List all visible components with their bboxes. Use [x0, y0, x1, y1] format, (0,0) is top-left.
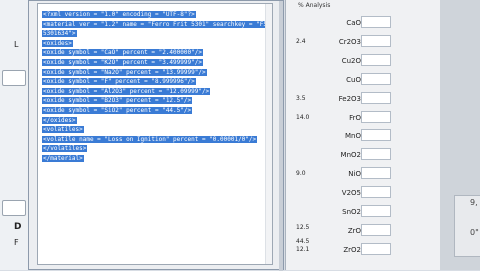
xml-line: <oxide symbol = "CaO" percent = "2.40000…: [42, 48, 272, 58]
selected-text: </material>: [42, 154, 84, 162]
background-app-window: L D F: [0, 0, 29, 270]
analysis-value: 14.0: [296, 113, 310, 121]
oxide-percent-input[interactable]: [361, 205, 391, 217]
oxide-percent-input[interactable]: [361, 16, 391, 28]
oxide-row: MnO: [286, 129, 441, 143]
background-label: L: [14, 40, 19, 49]
oxide-row: Cu2O: [286, 53, 441, 68]
oxide-symbol: CaO: [346, 19, 361, 27]
panel-title: % Analysis: [298, 2, 331, 9]
selected-text: <oxide symbol = "K2O" percent = "3.49999…: [42, 58, 203, 66]
background-button[interactable]: [2, 70, 26, 86]
oxide-symbol: FrO: [349, 113, 361, 122]
xml-line: </volatiles>: [42, 144, 272, 154]
oxide-symbol: NiO: [348, 170, 361, 179]
xml-content: <?xml version = "1.0" encoding = "UTF-8"…: [42, 10, 272, 164]
analysis-value: 12.1: [296, 245, 310, 253]
oxide-row: V2O5: [286, 186, 441, 200]
selected-text: <oxide symbol = "Al2O3" percent = "12.09…: [42, 87, 211, 95]
selected-text: <oxide symbol = "Na2O" percent = "13.999…: [42, 68, 207, 76]
oxide-row: 3.5 Fe2O3: [286, 91, 441, 106]
selected-text: <material ver = "1.2" name = "Ferro Frit…: [42, 20, 272, 28]
oxide-symbol: ZrO2: [343, 245, 361, 254]
background-text: 9,: [470, 198, 478, 207]
oxide-percent-input[interactable]: [361, 129, 391, 142]
background-window: 9, 0": [440, 0, 480, 270]
xml-line: <volatiles>: [42, 125, 272, 135]
oxide-percent-input[interactable]: [361, 53, 391, 66]
oxide-percent-input[interactable]: [361, 148, 391, 161]
xml-text-area[interactable]: <?xml version = "1.0" encoding = "UTF-8"…: [37, 3, 273, 265]
xml-line: </material>: [42, 154, 272, 164]
oxide-symbol: Cu2O: [341, 56, 361, 65]
selected-text: <oxide symbol = "SiO2" percent = "44.5"/…: [42, 106, 193, 114]
oxide-symbol: CuO: [346, 75, 361, 84]
oxide-row: 2.4 Cr2O3: [286, 34, 441, 49]
dialog-border: [279, 1, 283, 271]
oxide-symbol: SnO2: [342, 208, 361, 216]
oxide-percent-input[interactable]: [361, 91, 391, 104]
xml-line: <oxide symbol = "SiO2" percent = "44.5"/…: [42, 106, 272, 116]
xml-line: <oxide symbol = "Al2O3" percent = "12.09…: [42, 87, 272, 97]
xml-line: <oxides>: [42, 39, 272, 49]
oxide-symbol: MnO2: [340, 151, 361, 160]
selected-text: <?xml version = "1.0" encoding = "UTF-8"…: [42, 11, 196, 18]
oxide-row: SnO2: [286, 205, 441, 219]
selected-text: <volatiles>: [42, 126, 84, 134]
selected-text: </oxides>: [42, 116, 77, 124]
selected-text: </volatiles>: [42, 145, 88, 153]
background-button[interactable]: [2, 200, 26, 216]
analysis-value: 2.4: [296, 37, 306, 45]
oxide-row: CaO: [286, 16, 441, 30]
xml-line: <volatile name = "Loss on Ignition" perc…: [42, 135, 272, 145]
vertical-scrollbar[interactable]: [265, 4, 272, 264]
oxide-percent-input[interactable]: [361, 223, 391, 236]
selected-text: <oxides>: [42, 39, 73, 47]
oxide-symbol: MnO: [345, 132, 361, 141]
oxide-row: 14.0 FrO: [286, 110, 441, 125]
xml-line: <oxide symbol = "K2O" percent = "3.49999…: [42, 58, 272, 68]
analysis-value: 3.5: [296, 94, 306, 102]
oxide-percent-input[interactable]: [361, 72, 391, 85]
xml-line: <oxide symbol = "B2O3" percent = "12.5"/…: [42, 96, 272, 106]
selected-text: <volatile name = "Loss on Ignition" perc…: [42, 135, 258, 143]
oxide-percent-input[interactable]: [361, 110, 391, 123]
background-label: F: [14, 238, 19, 247]
xml-line: 5301634">: [42, 29, 272, 39]
background-text: 0": [470, 228, 479, 237]
xml-line: <?xml version = "1.0" encoding = "UTF-8"…: [42, 10, 272, 20]
oxide-analysis-panel: % Analysis CaO 2.4 Cr2O3 Cu2O CuO 3.5 Fe2O3 14.…: [285, 0, 441, 270]
xml-export-dialog: <?xml version = "1.0" encoding = "UTF-8"…: [28, 0, 284, 271]
xml-line: <material ver = "1.2" name = "Ferro Frit…: [42, 20, 272, 30]
selected-text: <oxide symbol = "B2O3" percent = "12.5"/…: [42, 97, 193, 105]
oxide-row: 9.0 NiO: [286, 167, 441, 181]
oxide-row: CuO: [286, 72, 441, 87]
oxide-symbol: ZrO: [347, 226, 361, 235]
xml-line: <oxide symbol = "Na2O" percent = "13.999…: [42, 68, 272, 78]
oxide-percent-input[interactable]: [361, 186, 391, 199]
oxide-percent-input[interactable]: [361, 242, 391, 255]
oxide-symbol: Fe2O3: [338, 94, 361, 103]
oxide-symbol: Cr2O3: [338, 37, 361, 46]
oxide-percent-input[interactable]: [361, 167, 391, 180]
selected-text: 5301634">: [42, 30, 77, 38]
oxide-percent-input[interactable]: [361, 34, 391, 47]
analysis-value: 44.5: [296, 238, 310, 245]
xml-line: <oxide symbol = "F" percent = "8.999996"…: [42, 77, 272, 87]
selected-text: <oxide symbol = "CaO" percent = "2.40000…: [42, 49, 203, 57]
selected-text: <oxide symbol = "F" percent = "8.999996"…: [42, 78, 196, 86]
xml-line: </oxides>: [42, 116, 272, 126]
oxide-row: MnO2: [286, 148, 441, 162]
oxide-symbol: V2O5: [341, 189, 361, 198]
analysis-value: 12.5: [296, 224, 310, 231]
analysis-value: 9.0: [296, 170, 306, 178]
background-label: D: [14, 222, 22, 232]
